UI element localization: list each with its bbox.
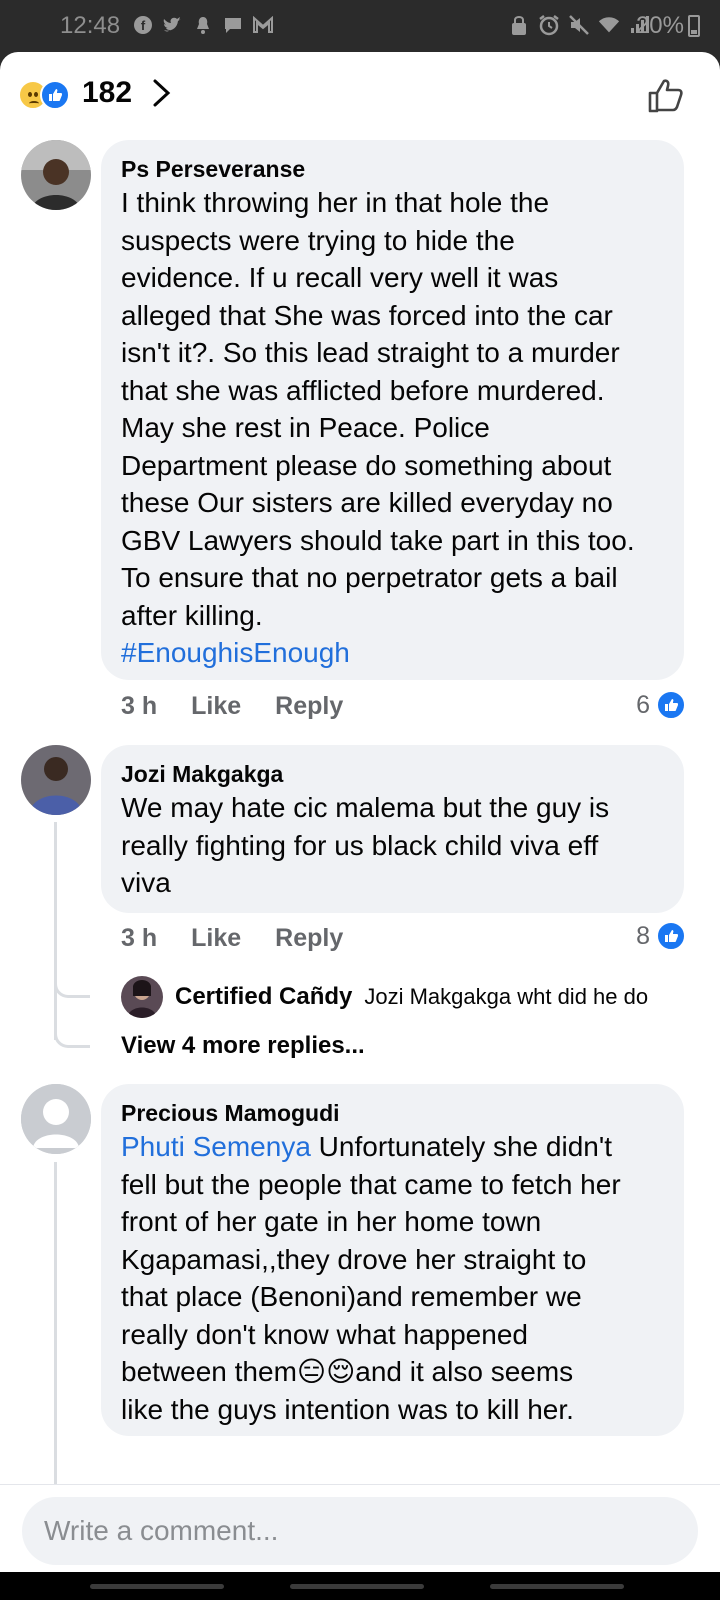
comment-author[interactable]: Ps Perseveranse bbox=[121, 154, 664, 184]
like-reaction-icon bbox=[40, 80, 70, 110]
like-button[interactable]: Like bbox=[191, 692, 241, 721]
battery-percent: 20% bbox=[635, 12, 684, 39]
reply-avatar[interactable] bbox=[121, 976, 163, 1018]
hashtag-link[interactable]: #EnoughisEnough bbox=[121, 634, 664, 672]
thread-line bbox=[54, 1162, 57, 1484]
avatar[interactable] bbox=[21, 140, 91, 210]
reply-button[interactable]: Reply bbox=[275, 924, 343, 953]
like-post-button[interactable] bbox=[646, 76, 686, 116]
battery-indicator: 20% bbox=[636, 12, 700, 40]
reaction-count[interactable]: 182 bbox=[82, 76, 132, 110]
status-left-icons: f bbox=[132, 14, 274, 36]
comment-bubble: Jozi Makgakga We may hate cic malema but… bbox=[101, 745, 684, 913]
comment-text: Unfortunately she didn't bbox=[310, 1131, 612, 1162]
reaction-icons bbox=[18, 78, 78, 112]
chevron-right-icon[interactable] bbox=[150, 76, 174, 110]
comment-time: 3 h bbox=[121, 924, 158, 952]
reply-author[interactable]: Certified Cañdy bbox=[175, 983, 352, 1011]
comment-text: I think throwing her in that hole the su… bbox=[121, 187, 635, 631]
comment-text-emoji-line: between them😑😌and it also seems bbox=[121, 1353, 664, 1391]
comment-text-first-line: Phuti Semenya Unfortunately she didn't bbox=[121, 1128, 664, 1166]
status-right-icons bbox=[508, 14, 650, 36]
view-more-replies-link[interactable]: View 4 more replies... bbox=[121, 1032, 365, 1060]
like-icon bbox=[656, 690, 686, 720]
twitter-icon bbox=[162, 14, 184, 36]
comment-author[interactable]: Jozi Makgakga bbox=[121, 759, 664, 789]
thread-connector bbox=[54, 964, 90, 998]
facebook-icon: f bbox=[132, 14, 154, 36]
comment-actions: 3 h Like Reply bbox=[121, 924, 343, 953]
comment-text: We may hate cic malema but the guy is re… bbox=[121, 792, 610, 898]
like-button[interactable]: Like bbox=[191, 924, 241, 953]
reactions-header[interactable]: 182 bbox=[0, 52, 720, 140]
comment-text: fell but the people that came to fetch h… bbox=[121, 1168, 621, 1350]
status-bar: 12:48 f 20% bbox=[0, 0, 720, 52]
wifi-icon bbox=[598, 14, 620, 36]
comment-text: and it also seems bbox=[355, 1356, 574, 1387]
nav-back[interactable] bbox=[490, 1584, 624, 1589]
reply-preview[interactable]: Certified Cañdy Jozi Makgakga wht did he… bbox=[121, 976, 648, 1018]
comment-text: like the guys intention was to kill her. bbox=[121, 1393, 574, 1425]
comments-sheet: 182 Ps Perseveranse I think throwing her… bbox=[0, 52, 720, 1484]
reply-button[interactable]: Reply bbox=[275, 692, 343, 721]
nav-home[interactable] bbox=[290, 1584, 424, 1589]
chat-icon bbox=[222, 14, 244, 36]
comment-time: 3 h bbox=[121, 692, 158, 720]
notification-icon bbox=[192, 14, 214, 36]
default-avatar[interactable] bbox=[21, 1084, 91, 1154]
reply-text: Jozi Makgakga wht did he do bbox=[364, 984, 649, 1009]
svg-text:f: f bbox=[141, 18, 146, 33]
avatar[interactable] bbox=[21, 745, 91, 815]
lock-icon bbox=[508, 14, 530, 36]
nav-recents[interactable] bbox=[90, 1584, 224, 1589]
system-nav-bar bbox=[0, 1572, 720, 1600]
comment-actions: 3 h Like Reply bbox=[121, 692, 343, 721]
comment-input[interactable] bbox=[22, 1497, 698, 1565]
alarm-icon bbox=[538, 14, 560, 36]
comment-like-count[interactable]: 8 bbox=[636, 921, 686, 951]
like-count: 6 bbox=[636, 690, 650, 719]
comment-composer bbox=[0, 1484, 720, 1572]
emoji-faces: 😑😌 bbox=[296, 1356, 356, 1387]
comment-bubble: Ps Perseveranse I think throwing her in … bbox=[101, 140, 684, 680]
thread-line bbox=[54, 822, 57, 1040]
status-time: 12:48 bbox=[60, 12, 121, 39]
thread-connector bbox=[54, 1014, 90, 1048]
comment-bubble: Precious Mamogudi Phuti Semenya Unfortun… bbox=[101, 1084, 684, 1436]
gmail-icon bbox=[252, 14, 274, 36]
like-icon bbox=[656, 921, 686, 951]
mention-link[interactable]: Phuti Semenya bbox=[121, 1131, 311, 1162]
comment-author[interactable]: Precious Mamogudi bbox=[121, 1098, 664, 1128]
like-count: 8 bbox=[636, 921, 650, 950]
battery-icon bbox=[688, 15, 700, 37]
comment-like-count[interactable]: 6 bbox=[636, 690, 686, 720]
mute-icon bbox=[568, 14, 590, 36]
comment-text: between them bbox=[121, 1356, 297, 1387]
